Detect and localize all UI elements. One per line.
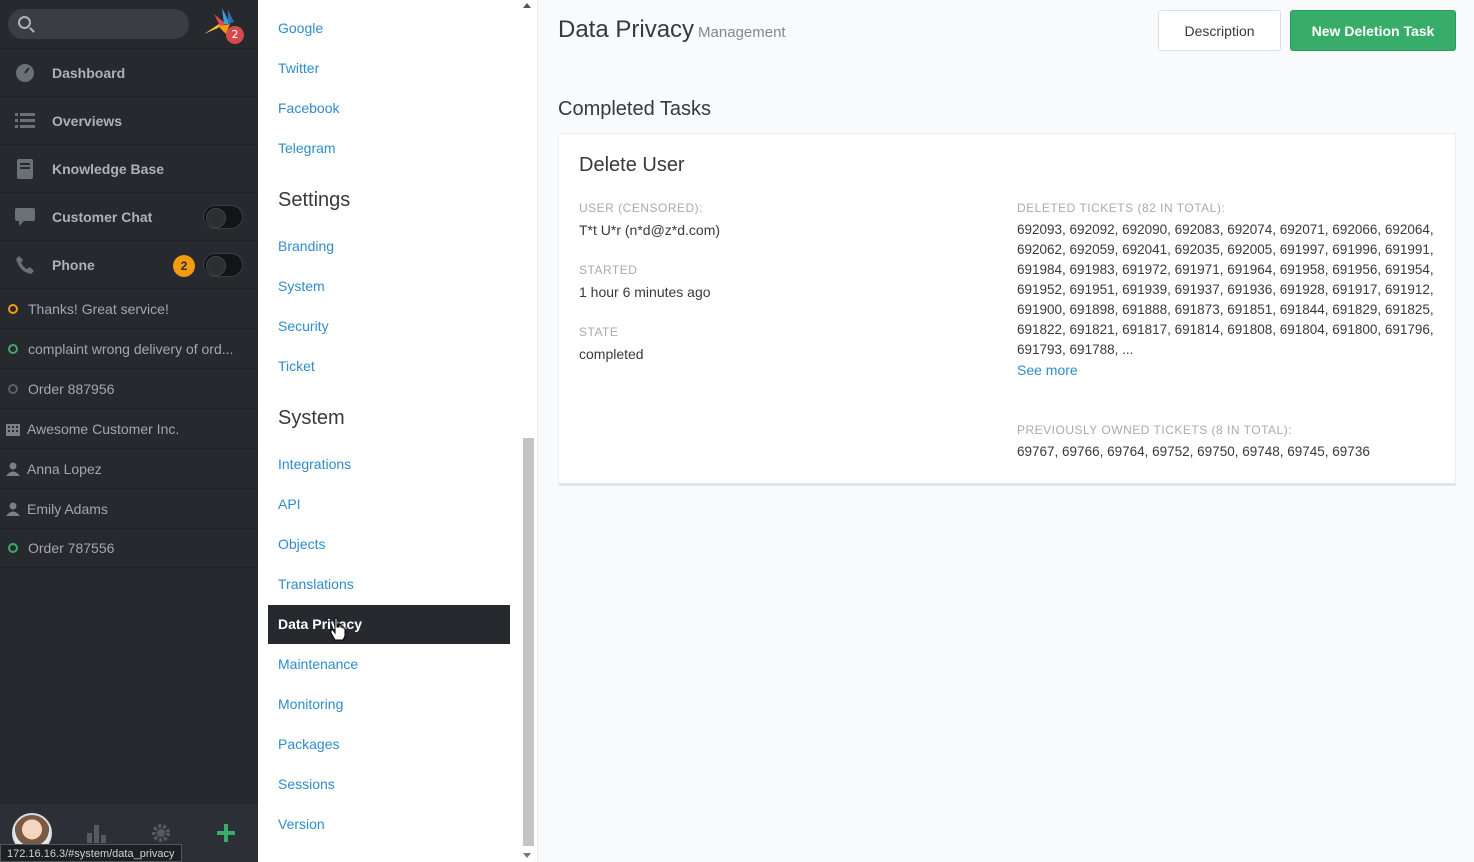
see-more-link[interactable]: See more <box>1017 362 1078 378</box>
page-subtitle: Management <box>698 24 786 41</box>
sidebar-item-security[interactable]: Security <box>278 318 329 334</box>
menu-item-knowledge-base[interactable]: Knowledge Base <box>0 144 258 192</box>
phone-toggle[interactable] <box>203 253 243 277</box>
task-item[interactable]: Anna Lopez <box>0 448 258 488</box>
main-content: Data Privacy Management Description New D… <box>538 0 1474 862</box>
menu-label: Overviews <box>52 112 123 129</box>
task-item[interactable]: Order 887956 <box>0 368 258 408</box>
sidebar-item-objects[interactable]: Objects <box>278 536 325 552</box>
state-label: State <box>579 325 619 339</box>
sidebar-item-sessions[interactable]: Sessions <box>278 776 335 792</box>
menu-label: Phone <box>52 256 95 273</box>
sidebar-item-monitoring[interactable]: Monitoring <box>278 696 343 712</box>
notification-badge[interactable]: 2 <box>226 26 244 44</box>
ticket-status-icon <box>8 343 18 354</box>
hand-cursor-icon <box>330 617 346 641</box>
section-title: Completed Tasks <box>558 98 712 120</box>
sidebar-item-google[interactable]: Google <box>278 20 323 36</box>
bar-chart-icon <box>86 825 106 843</box>
owned-tickets-list: 69767, 69766, 69764, 69752, 69750, 69748… <box>1017 444 1370 459</box>
sidebar-item-system[interactable]: System <box>278 278 325 294</box>
task-label: Thanks! Great service! <box>28 300 169 317</box>
ticket-status-icon <box>8 303 18 314</box>
url-tooltip: 172.16.16.3/#system/data_privacy <box>0 844 182 862</box>
dashboard-icon <box>14 62 36 84</box>
sidebar-item-data-privacy[interactable]: Data Privacy <box>268 605 510 644</box>
settings-heading: Settings <box>278 189 351 211</box>
task-item[interactable]: Awesome Customer Inc. <box>0 408 258 448</box>
task-label: Awesome Customer Inc. <box>27 420 180 437</box>
deleted-tickets-list: 692093, 692092, 692090, 692083, 692074, … <box>1017 222 1434 357</box>
sidebar-item-facebook[interactable]: Facebook <box>278 100 339 116</box>
chat-icon <box>14 206 36 228</box>
ticket-status-icon <box>8 543 18 553</box>
task-item[interactable]: complaint wrong delivery of ord... <box>0 328 258 368</box>
menu-item-customer-chat[interactable]: Customer Chat <box>0 192 258 240</box>
started-label: Started <box>579 263 638 277</box>
new-item-button[interactable] <box>194 804 259 862</box>
task-title: Delete User <box>579 154 685 176</box>
deleted-tickets-label: Deleted Tickets (82 in total): <box>1017 201 1226 215</box>
task-label: Order 787556 <box>28 540 115 556</box>
sidebar-item-packages[interactable]: Packages <box>278 736 339 752</box>
menu-item-overviews[interactable]: Overviews <box>0 96 258 144</box>
scroll-down-arrow-icon[interactable] <box>523 853 531 858</box>
chat-toggle[interactable] <box>203 205 243 229</box>
user-label: User (censored): <box>579 201 704 215</box>
phone-icon <box>14 254 36 276</box>
user-icon <box>6 502 20 516</box>
state-value: completed <box>579 346 644 362</box>
list-icon <box>14 110 36 132</box>
page-title-text: Data Privacy <box>558 16 695 43</box>
task-label: Emily Adams <box>27 500 108 517</box>
search-input[interactable] <box>8 9 189 39</box>
user-value: T*t U*r (n*d@z*d.com) <box>579 222 721 238</box>
page-title: Data Privacy Management <box>558 16 786 44</box>
menu-label: Customer Chat <box>52 208 153 225</box>
settings-sidebar: Google Twitter Facebook Telegram Setting… <box>258 0 538 862</box>
sidebar-item-telegram[interactable]: Telegram <box>278 140 336 156</box>
task-item[interactable]: Order 787556 <box>0 528 258 568</box>
scrollbar-thumb[interactable] <box>523 438 534 846</box>
gear-icon <box>152 824 171 842</box>
sidebar-item-integrations[interactable]: Integrations <box>278 456 351 472</box>
search-icon <box>18 16 31 29</box>
menu-item-dashboard[interactable]: Dashboard <box>0 48 258 96</box>
task-label: Anna Lopez <box>27 460 102 477</box>
ticket-status-icon <box>8 383 18 394</box>
description-button[interactable]: Description <box>1158 10 1281 51</box>
book-icon <box>14 158 36 180</box>
task-label: complaint wrong delivery of ord... <box>28 340 234 357</box>
sidebar-item-api[interactable]: API <box>278 496 301 512</box>
started-value: 1 hour 6 minutes ago <box>579 284 711 300</box>
owned-tickets-label: Previously owned tickets (8 in total): <box>1017 423 1293 437</box>
sidebar-item-ticket[interactable]: Ticket <box>278 358 315 374</box>
task-item[interactable]: Thanks! Great service! <box>0 288 258 328</box>
plus-icon <box>216 824 235 842</box>
menu-item-phone[interactable]: Phone 2 <box>0 240 258 288</box>
sidebar-item-version[interactable]: Version <box>278 816 325 832</box>
system-heading: System <box>278 407 345 429</box>
phone-badge: 2 <box>173 255 195 277</box>
sidebar-item-twitter[interactable]: Twitter <box>278 60 319 76</box>
new-deletion-task-button[interactable]: New Deletion Task <box>1290 10 1456 51</box>
organization-icon <box>6 423 20 436</box>
task-item[interactable]: Emily Adams <box>0 488 258 528</box>
task-label: Order 887956 <box>28 380 115 397</box>
menu-label: Knowledge Base <box>52 160 165 177</box>
menu-label: Dashboard <box>52 64 126 81</box>
scroll-up-arrow-icon[interactable] <box>523 3 531 8</box>
main-navigation: 2 Dashboard Overviews Knowledge Base Cus… <box>0 0 258 862</box>
sidebar-item-translations[interactable]: Translations <box>278 576 354 592</box>
user-icon <box>6 462 20 476</box>
sidebar-item-branding[interactable]: Branding <box>278 238 334 254</box>
sidebar-item-maintenance[interactable]: Maintenance <box>278 656 358 672</box>
task-card: Delete User User (censored): T*t U*r (n*… <box>558 133 1456 486</box>
